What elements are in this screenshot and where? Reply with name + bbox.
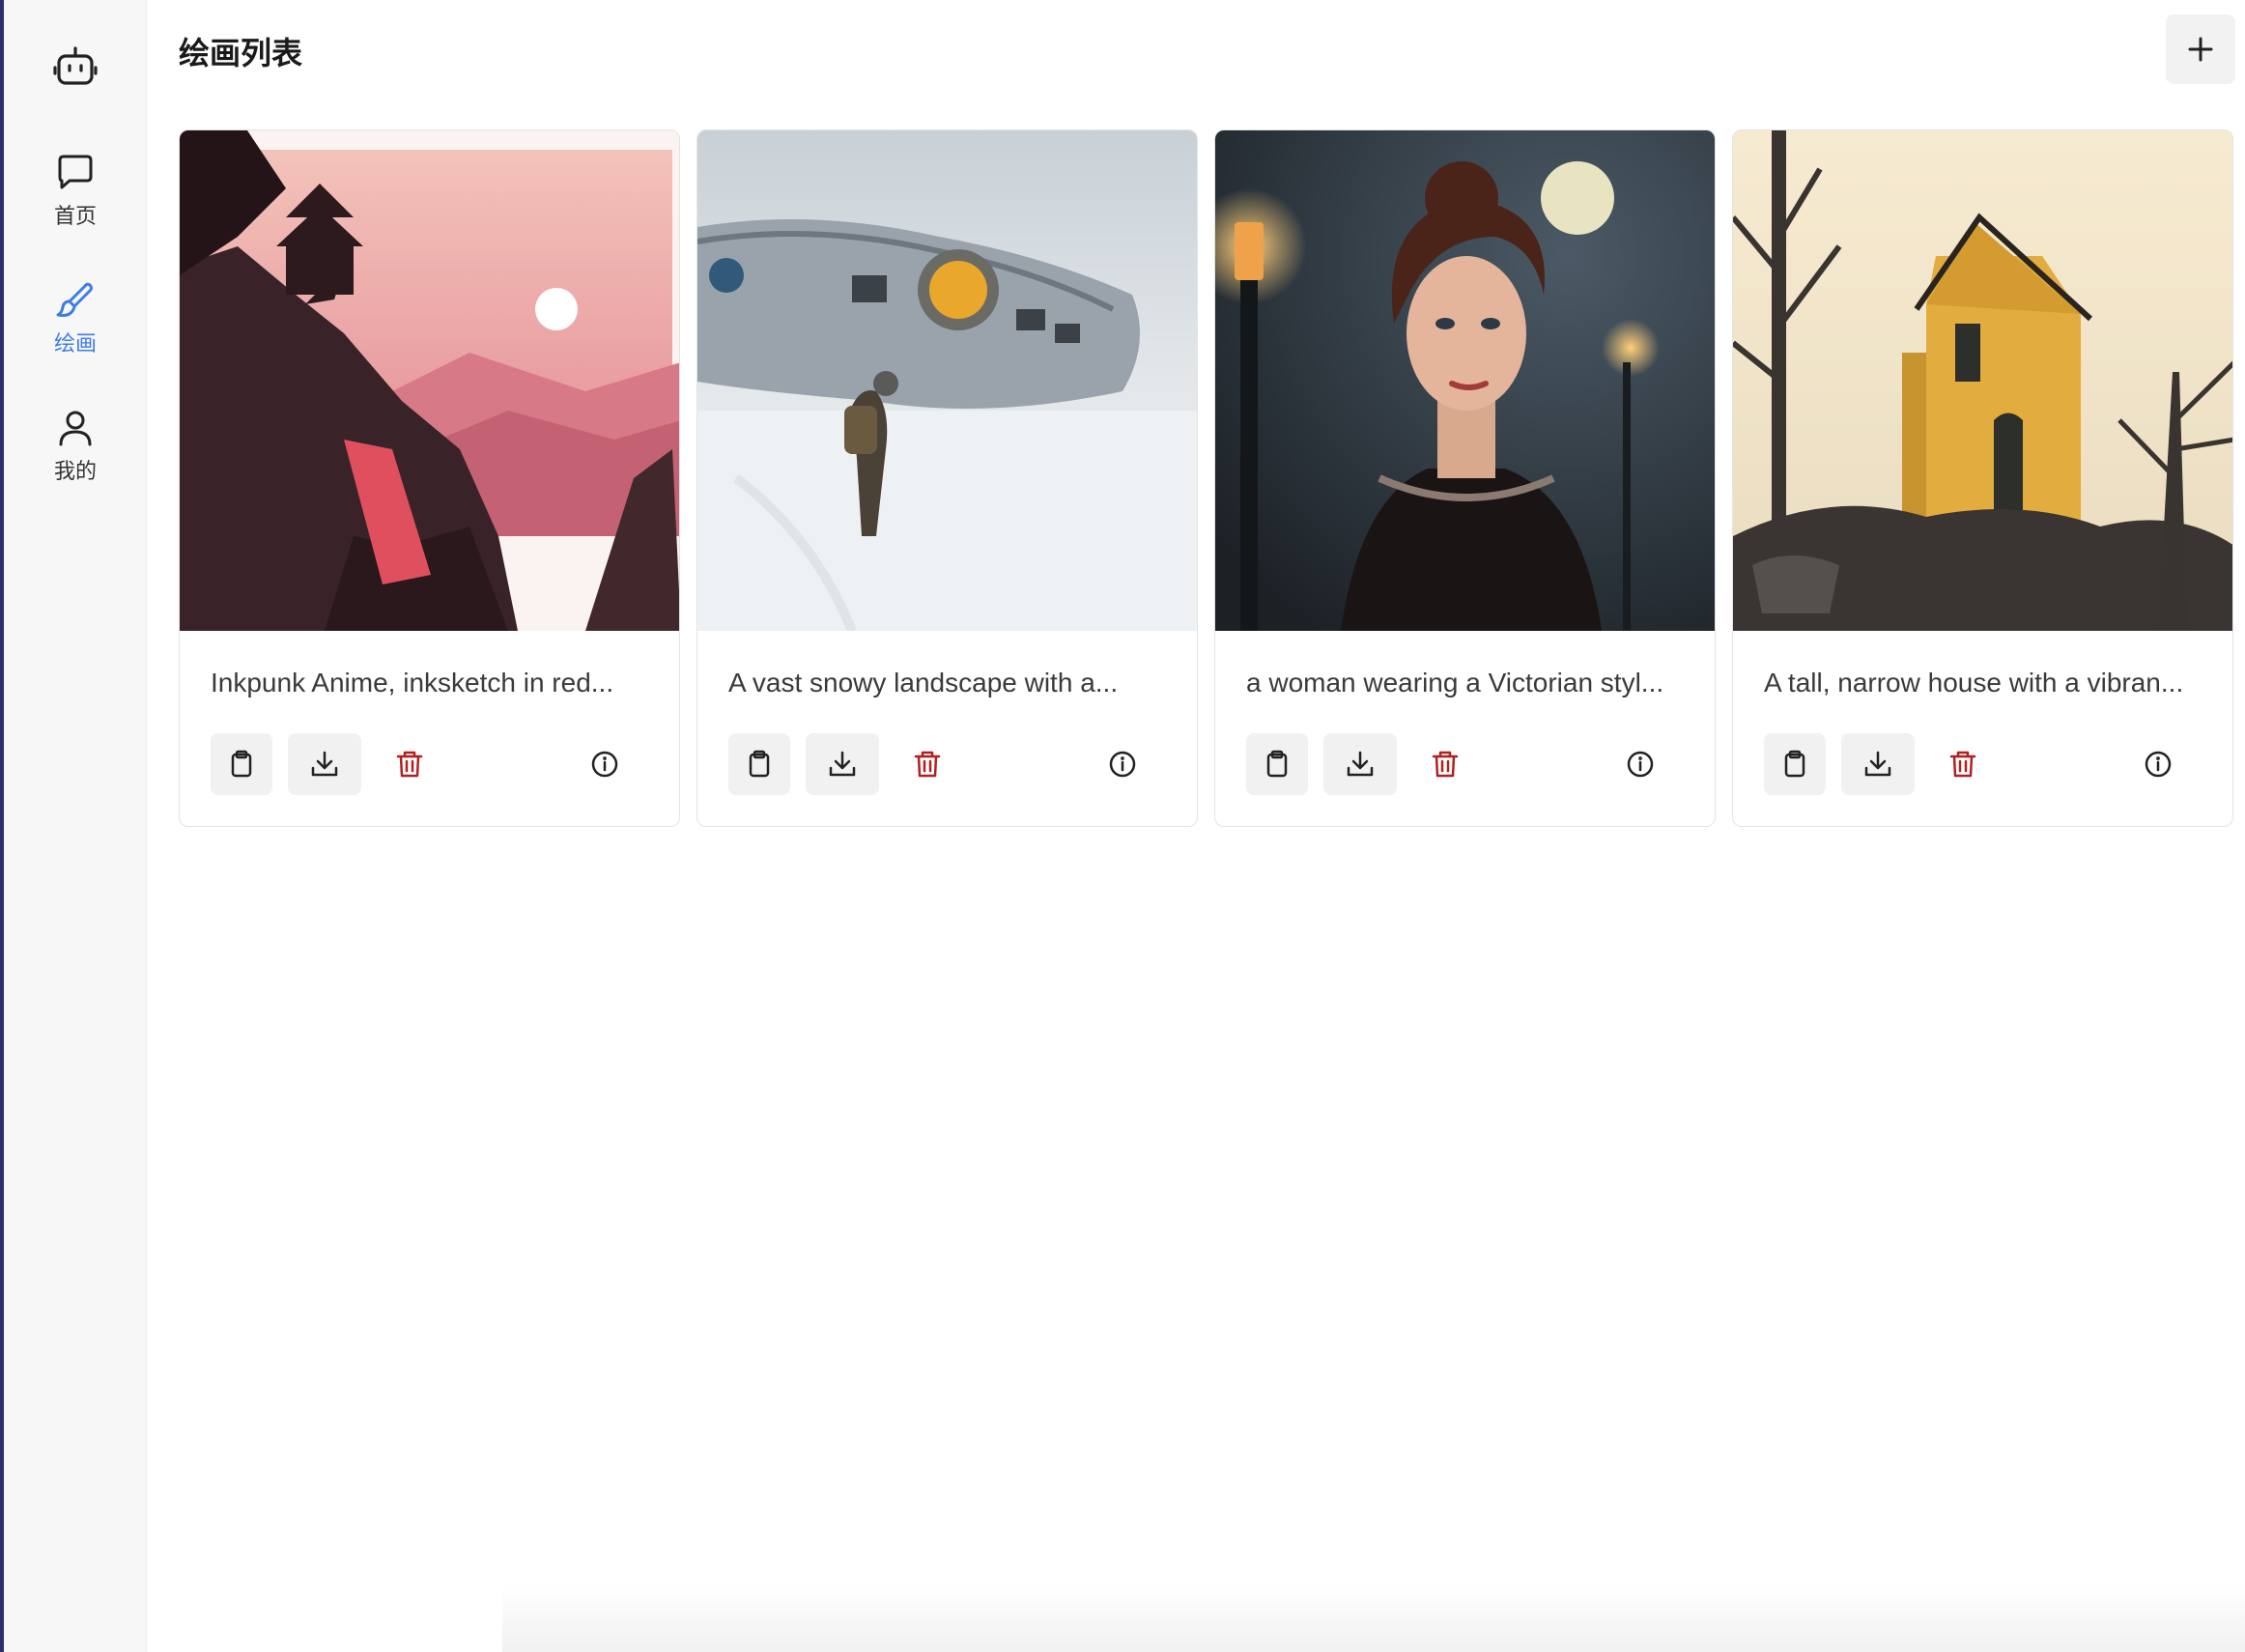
info-button[interactable] (2127, 733, 2189, 795)
drawing-card: A tall, narrow house with a vibran... (1732, 129, 2233, 827)
drawing-image[interactable] (697, 130, 1197, 631)
trash-icon (396, 751, 423, 778)
copy-prompt-button[interactable] (1764, 733, 1826, 795)
clipboard-icon (231, 750, 252, 778)
bottom-shadow (502, 1584, 2245, 1652)
trash-icon (914, 751, 941, 778)
sidebar-item-label: 绘画 (53, 331, 97, 356)
sidebar-item-label: 首页 (53, 204, 97, 228)
sidebar-item-label: 我的 (53, 459, 97, 483)
drawing-card: A vast snowy landscape with a... (696, 129, 1198, 827)
trash-icon (1432, 751, 1459, 778)
copy-prompt-button[interactable] (211, 733, 272, 795)
delete-button[interactable] (1414, 733, 1476, 795)
sidebar: 首页 绘画 我的 (4, 0, 147, 1652)
info-icon (1627, 751, 1654, 778)
download-button[interactable] (1841, 733, 1915, 795)
copy-prompt-button[interactable] (728, 733, 790, 795)
chat-bubble-icon (58, 155, 93, 189)
info-button[interactable] (574, 733, 636, 795)
add-button[interactable] (2166, 14, 2235, 84)
info-icon (2145, 751, 2172, 778)
trash-icon (1949, 751, 1976, 778)
info-icon (1109, 751, 1136, 778)
drawing-prompt: A vast snowy landscape with a... (728, 668, 1119, 698)
download-icon (829, 751, 856, 777)
plus-icon (2188, 37, 2213, 62)
info-button[interactable] (1092, 733, 1153, 795)
robot-icon[interactable] (52, 44, 99, 91)
info-button[interactable] (1609, 733, 1671, 795)
drawing-image[interactable] (180, 130, 679, 631)
drawing-card: a woman wearing a Victorian styl... (1214, 129, 1716, 827)
drawing-prompt: Inkpunk Anime, inksketch in red... (211, 668, 614, 698)
download-icon (1347, 751, 1374, 777)
drawing-grid: Inkpunk Anime, inksketch in red... A vas… (179, 129, 2236, 827)
download-button[interactable] (806, 733, 879, 795)
drawing-image[interactable] (1733, 130, 2232, 631)
delete-button[interactable] (1932, 733, 1994, 795)
info-icon (591, 751, 618, 778)
paintbrush-icon (56, 282, 93, 317)
clipboard-icon (1784, 750, 1805, 778)
copy-prompt-button[interactable] (1246, 733, 1308, 795)
clipboard-icon (749, 750, 770, 778)
delete-button[interactable] (896, 733, 958, 795)
user-icon (59, 411, 92, 446)
delete-button[interactable] (379, 733, 440, 795)
drawing-prompt: A tall, narrow house with a vibran... (1764, 668, 2184, 698)
page-title: 绘画列表 (179, 36, 303, 71)
clipboard-icon (1266, 750, 1288, 778)
drawing-card: Inkpunk Anime, inksketch in red... (179, 129, 680, 827)
download-button[interactable] (1323, 733, 1397, 795)
download-icon (311, 751, 338, 777)
download-button[interactable] (288, 733, 361, 795)
sidebar-item-me[interactable]: 我的 (4, 408, 147, 504)
drawing-prompt: a woman wearing a Victorian styl... (1246, 668, 1664, 698)
download-icon (1864, 751, 1891, 777)
sidebar-item-home[interactable]: 首页 (4, 153, 147, 249)
drawing-image[interactable] (1215, 130, 1715, 631)
sidebar-item-draw[interactable]: 绘画 (4, 280, 147, 377)
